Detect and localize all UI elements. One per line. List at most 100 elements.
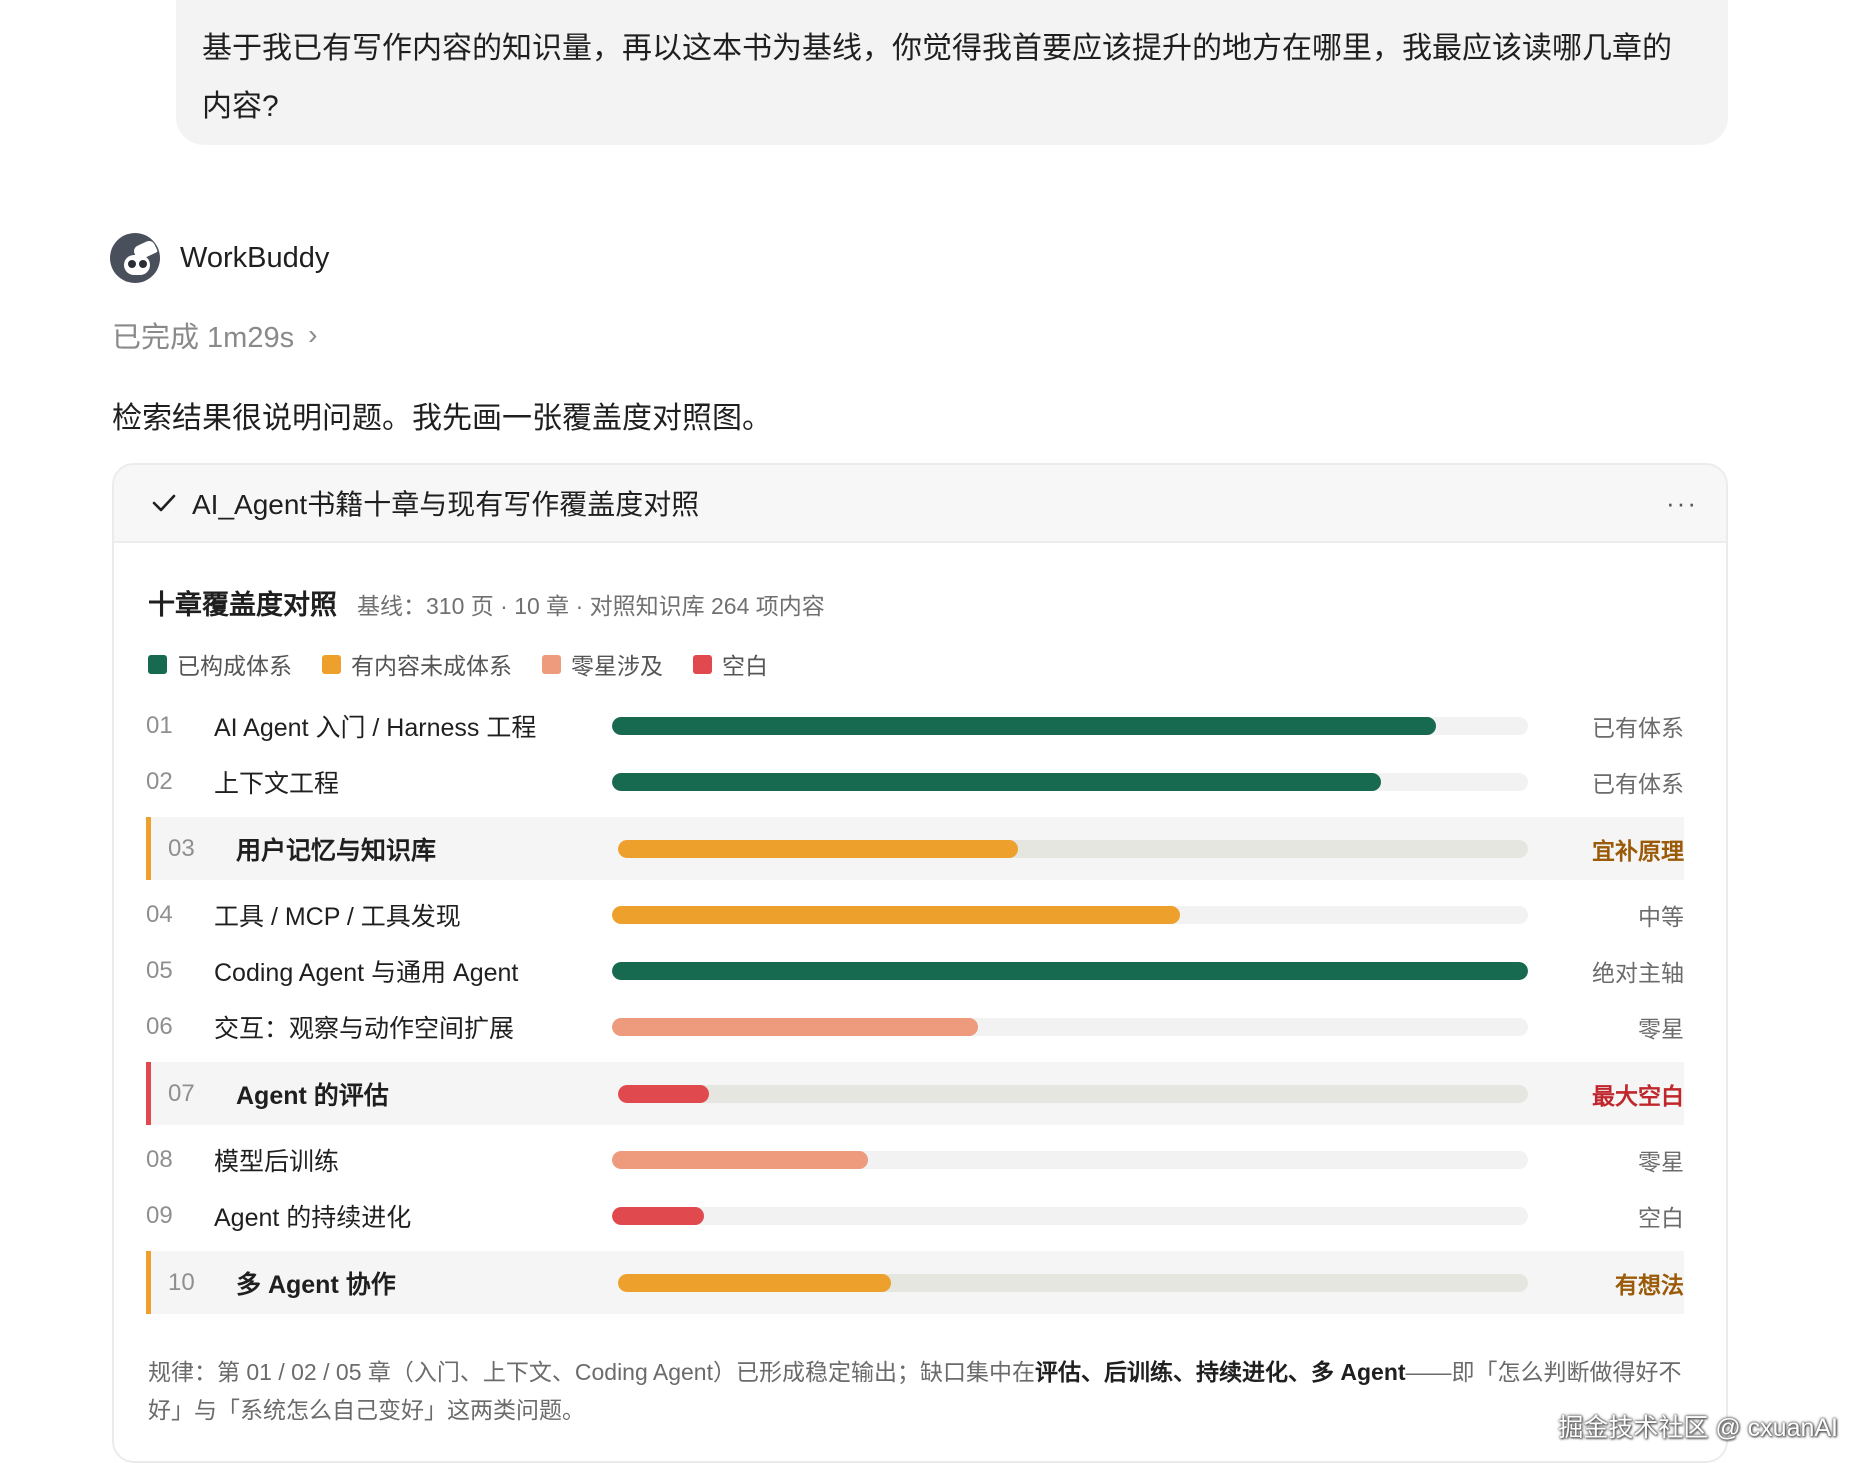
chart-subtitle: 基线：310 页 · 10 章 · 对照知识库 264 项内容 (357, 593, 825, 619)
chapter-number: 01 (146, 712, 173, 739)
coverage-tag: 已有体系 (1592, 715, 1684, 741)
chapter-label: 多 Agent 协作 (236, 1270, 396, 1299)
artifact-card-title: AI_Agent书籍十章与现有写作覆盖度对照 (192, 489, 700, 520)
chart-row: 04 工具 / MCP / 工具发现 中等 (146, 887, 1684, 943)
chart-row: 01 AI Agent 入门 / Harness 工程 已有体系 (146, 698, 1684, 754)
artifact-card: AI_Agent书籍十章与现有写作覆盖度对照 ··· 十章覆盖度对照 基线：31… (112, 463, 1728, 1463)
chart-title: 十章覆盖度对照 (148, 590, 337, 620)
chapter-label: 工具 / MCP / 工具发现 (214, 903, 461, 931)
chart-row: 09 Agent 的持续进化 空白 (146, 1188, 1684, 1244)
coverage-bar-track (612, 773, 1528, 791)
user-message-line: 基于我已有写作内容的知识量，再以这本书为基线，你觉得我首要应该提升的地方在哪里，… (202, 32, 1672, 65)
coverage-bar (618, 839, 1019, 858)
coverage-tag: 零星 (1638, 1016, 1684, 1042)
chapter-label: Agent 的评估 (236, 1081, 389, 1110)
chapter-label: 用户记忆与知识库 (236, 836, 437, 865)
footnote-emphasis: 评估、后训练、持续进化、多 Agent (1034, 1359, 1406, 1385)
chart-heading: 十章覆盖度对照 基线：310 页 · 10 章 · 对照知识库 264 项内容 (148, 583, 825, 622)
chapter-label: AI Agent 入门 / Harness 工程 (214, 714, 537, 742)
coverage-bar-track (618, 1084, 1528, 1103)
legend-label: 已构成体系 (177, 653, 292, 679)
chart-row: 02 上下文工程 已有体系 (146, 754, 1684, 810)
legend-item: 有内容未成体系 (322, 647, 512, 681)
legend-swatch (693, 654, 712, 674)
legend-label: 零星涉及 (571, 653, 663, 679)
coverage-bar-track (612, 1018, 1528, 1036)
artifact-card-header[interactable]: AI_Agent书籍十章与现有写作覆盖度对照 ··· (114, 465, 1726, 543)
chapter-number: 10 (168, 1268, 195, 1296)
legend-swatch (322, 654, 341, 674)
legend-swatch (542, 654, 561, 674)
coverage-tag: 已有体系 (1592, 771, 1684, 797)
legend-label: 有内容未成体系 (351, 653, 512, 679)
chapter-number: 04 (146, 901, 173, 928)
task-status-toggle[interactable]: 已完成 1m29s › (112, 314, 317, 356)
chart-row: 05 Coding Agent 与通用 Agent 绝对主轴 (146, 943, 1684, 999)
chapter-label: 交互：观察与动作空间扩展 (214, 1015, 515, 1043)
chapter-number: 06 (146, 1013, 173, 1040)
chapter-number: 02 (146, 768, 173, 795)
chart-row: 06 交互：观察与动作空间扩展 零星 (146, 999, 1684, 1055)
more-options-icon[interactable]: ··· (1666, 488, 1698, 519)
row-accent-bar (146, 1251, 151, 1314)
chevron-right-icon: › (308, 319, 318, 350)
coverage-bar-track (612, 1151, 1528, 1169)
coverage-tag: 中等 (1638, 904, 1684, 930)
chapter-number: 07 (168, 1079, 195, 1107)
coverage-tag: 空白 (1638, 1205, 1684, 1231)
coverage-bar-track (612, 962, 1528, 980)
watermark: 掘金技术社区 @ cxuanAI (1558, 1414, 1838, 1442)
agent-name: WorkBuddy (180, 241, 330, 274)
chat-page: 基于我已有写作内容的知识量，再以这本书为基线，你觉得我首要应该提升的地方在哪里，… (0, 0, 1852, 1463)
chart-row: 10 多 Agent 协作 有想法 (146, 1251, 1684, 1314)
task-status-text: 已完成 1m29s (112, 322, 295, 354)
chart-rows: 01 AI Agent 入门 / Harness 工程 已有体系 02 上下文工程 已有体… (146, 698, 1684, 1321)
chart-footnote: 规律：第 01 / 02 / 05 章（入门、上下文、Coding Agent）… (148, 1353, 1698, 1429)
coverage-bar-track (612, 1207, 1528, 1225)
coverage-bar (618, 1273, 891, 1292)
legend-item: 已构成体系 (148, 647, 292, 681)
coverage-bar-track (612, 906, 1528, 924)
chart-row: 07 Agent 的评估 最大空白 (146, 1062, 1684, 1125)
coverage-bar (612, 1151, 869, 1169)
chapter-label: Coding Agent 与通用 Agent (214, 959, 519, 987)
coverage-bar-track (618, 1273, 1528, 1292)
chart-legend: 已构成体系 有内容未成体系 零星涉及 空白 (148, 647, 798, 681)
coverage-bar (612, 1207, 704, 1225)
legend-item: 空白 (693, 647, 768, 681)
coverage-tag: 绝对主轴 (1592, 960, 1684, 986)
footnote-text: 规律：第 01 / 02 / 05 章（入门、上下文、Coding Agent）… (148, 1359, 1035, 1385)
coverage-bar (612, 717, 1437, 735)
agent-avatar (110, 233, 160, 283)
chapter-label: 上下文工程 (214, 770, 340, 798)
legend-swatch (148, 654, 167, 674)
coverage-bar (612, 906, 1180, 924)
chapter-number: 08 (146, 1146, 173, 1173)
coverage-tag: 零星 (1638, 1149, 1684, 1175)
row-accent-bar (146, 1062, 151, 1125)
agent-header: WorkBuddy (110, 233, 329, 283)
legend-item: 零星涉及 (542, 647, 663, 681)
coverage-tag: 有想法 (1615, 1271, 1684, 1298)
chapter-number: 03 (168, 834, 195, 862)
coverage-bar (612, 962, 1528, 980)
coverage-bar (612, 1018, 979, 1036)
row-accent-bar (146, 817, 151, 880)
coverage-tag: 最大空白 (1592, 1082, 1684, 1109)
chart-row: 08 模型后训练 零星 (146, 1132, 1684, 1188)
check-icon (152, 494, 176, 512)
chart-row: 03 用户记忆与知识库 宜补原理 (146, 817, 1684, 880)
coverage-tag: 宜补原理 (1592, 837, 1684, 864)
coverage-bar-track (612, 717, 1528, 735)
chapter-number: 09 (146, 1202, 173, 1229)
agent-intro-text: 检索结果很说明问题。我先画一张覆盖度对照图。 (112, 402, 772, 435)
chapter-label: 模型后训练 (214, 1148, 340, 1176)
chapter-number: 05 (146, 957, 173, 984)
coverage-bar (612, 773, 1382, 791)
coverage-bar (618, 1084, 709, 1103)
user-message-line: 内容? (202, 90, 279, 123)
coverage-bar-track (618, 839, 1528, 858)
chapter-label: Agent 的持续进化 (214, 1204, 412, 1232)
legend-label: 空白 (722, 653, 768, 679)
user-message-bubble: 基于我已有写作内容的知识量，再以这本书为基线，你觉得我首要应该提升的地方在哪里，… (176, 0, 1728, 145)
